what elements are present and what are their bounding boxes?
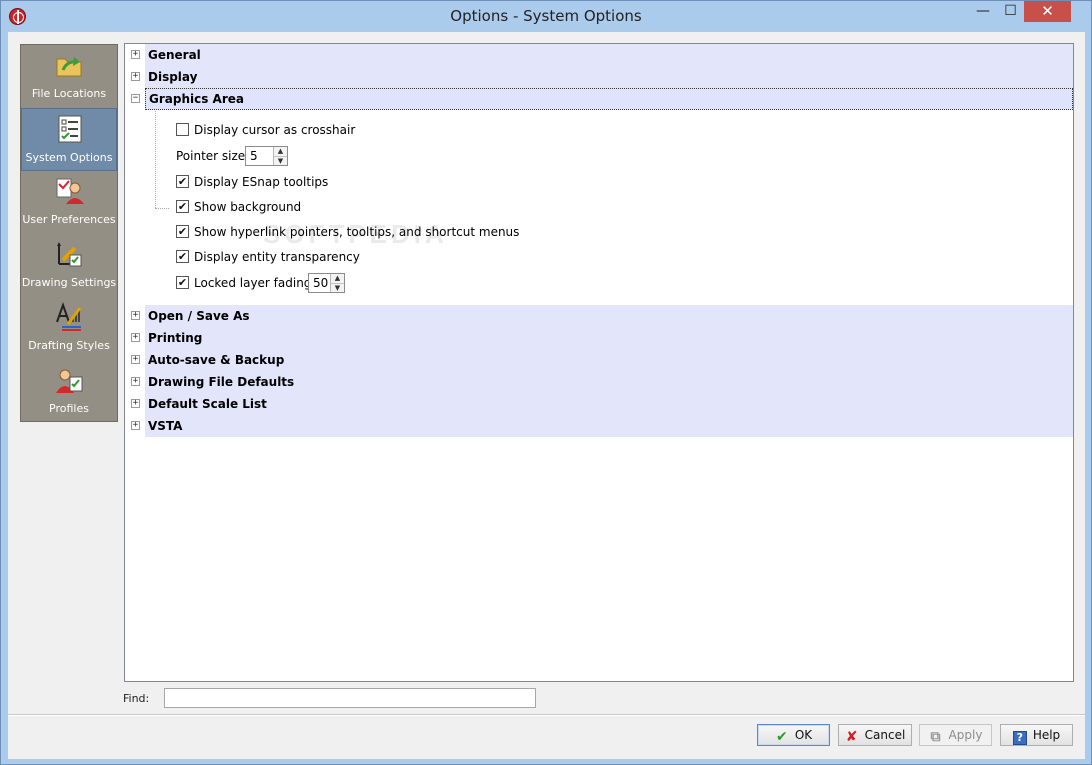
section-label[interactable]: General (145, 44, 1073, 66)
pointer-size-option: Pointer size: (176, 147, 249, 165)
checklist-icon (58, 115, 82, 143)
expand-icon[interactable]: + (131, 50, 140, 59)
sidebar-item-user-preferences[interactable]: User Preferences (21, 171, 117, 234)
expand-icon[interactable]: + (131, 399, 140, 408)
sidebar-item-label: Profiles (49, 402, 89, 415)
cancel-button[interactable]: ✘ Cancel (838, 724, 912, 746)
option-label: Display ESnap tooltips (194, 175, 329, 189)
find-input[interactable] (164, 688, 536, 708)
section-label[interactable]: VSTA (145, 415, 1073, 437)
ok-button[interactable]: ✔ OK (757, 724, 830, 746)
tree-section-open-save[interactable]: + Open / Save As (125, 305, 1073, 327)
check-icon: ✔ (775, 729, 788, 745)
section-label[interactable]: Open / Save As (145, 305, 1073, 327)
spin-down-icon[interactable]: ▼ (331, 283, 344, 292)
esnap-tooltips-checkbox[interactable]: ✔ (176, 175, 189, 188)
find-label: Find: (123, 692, 150, 705)
layer-fading-stepper[interactable]: 50 ▲ ▼ (308, 273, 345, 293)
expand-icon[interactable]: + (131, 333, 140, 342)
pointer-size-stepper[interactable]: 5 ▲ ▼ (245, 146, 288, 166)
tree-section-printing[interactable]: + Printing (125, 327, 1073, 349)
collapse-icon[interactable]: − (131, 94, 140, 103)
sidebar-item-file-locations[interactable]: File Locations (21, 45, 117, 108)
apply-button[interactable]: ⧉ Apply (919, 724, 992, 746)
minimize-button[interactable]: — (969, 1, 997, 22)
option-label: Pointer size: (176, 149, 250, 163)
tree-connector (155, 208, 169, 209)
stepper-buttons[interactable]: ▲ ▼ (330, 274, 344, 292)
layer-fading-checkbox[interactable]: ✔ (176, 276, 189, 289)
apply-icon: ⧉ (930, 729, 941, 745)
sidebar-item-label: System Options (25, 151, 113, 164)
sidebar-item-drafting-styles[interactable]: Drafting Styles (21, 297, 117, 360)
option-label: Locked layer fading (194, 276, 312, 290)
tree-section-display[interactable]: + Display (125, 66, 1073, 88)
section-label[interactable]: Auto-save & Backup (145, 349, 1073, 371)
drawing-settings-icon (57, 242, 82, 267)
option-label: Display cursor as crosshair (194, 123, 356, 137)
entity-transparency-checkbox[interactable]: ✔ (176, 250, 189, 263)
expand-icon[interactable]: + (131, 355, 140, 364)
options-category-sidebar: File Locations System Options User Prefe… (20, 44, 118, 422)
spin-up-icon[interactable]: ▲ (274, 147, 287, 156)
stepper-value[interactable]: 5 (250, 149, 258, 163)
drafting-styles-icon (56, 302, 82, 331)
expand-icon[interactable]: + (131, 377, 140, 386)
help-button[interactable]: ? Help (1000, 724, 1073, 746)
help-label: Help (1032, 728, 1061, 742)
expand-icon[interactable]: + (131, 311, 140, 320)
show-background-checkbox[interactable]: ✔ (176, 200, 189, 213)
options-tree: SOFTPEDIA + General + Display − Graphics… (124, 43, 1074, 682)
expand-icon[interactable]: + (131, 72, 140, 81)
stepper-buttons[interactable]: ▲ ▼ (273, 147, 287, 165)
maximize-button[interactable]: ☐ (997, 1, 1024, 22)
tree-section-autosave[interactable]: + Auto-save & Backup (125, 349, 1073, 371)
profiles-icon (56, 369, 83, 393)
sidebar-item-system-options[interactable]: System Options (21, 108, 117, 171)
spin-down-icon[interactable]: ▼ (274, 156, 287, 165)
option-label: Show background (194, 200, 302, 214)
sidebar-item-label: User Preferences (22, 213, 116, 226)
tree-section-vsta[interactable]: + VSTA (125, 415, 1073, 437)
cancel-x-icon: ✘ (845, 729, 858, 745)
sidebar-item-label: File Locations (31, 87, 107, 100)
stepper-value[interactable]: 50 (313, 276, 328, 290)
section-label[interactable]: Graphics Area (145, 88, 1073, 110)
section-label[interactable]: Drawing File Defaults (145, 371, 1073, 393)
tree-section-general[interactable]: + General (125, 44, 1073, 66)
cancel-label: Cancel (864, 728, 906, 742)
apply-label: Apply (948, 728, 983, 742)
folder-arrow-icon (56, 57, 82, 77)
tree-section-scale-list[interactable]: + Default Scale List (125, 393, 1073, 415)
tree-section-drawing-defaults[interactable]: + Drawing File Defaults (125, 371, 1073, 393)
sidebar-item-drawing-settings[interactable]: Drawing Settings (21, 234, 117, 297)
option-label: Show hyperlink pointers, tooltips, and s… (194, 225, 520, 239)
section-label[interactable]: Default Scale List (145, 393, 1073, 415)
spin-up-icon[interactable]: ▲ (331, 274, 344, 283)
sidebar-item-profiles[interactable]: Profiles (21, 360, 117, 423)
option-label: Display entity transparency (194, 250, 360, 264)
window-title: Options - System Options (450, 7, 642, 25)
close-button[interactable]: ✕ (1024, 1, 1071, 22)
tree-section-graphics-area[interactable]: − Graphics Area (125, 88, 1073, 110)
tree-connector (155, 111, 156, 208)
title-bar[interactable]: Options - System Options — ☐ ✕ (1, 1, 1091, 32)
sidebar-item-label: Drafting Styles (28, 339, 110, 352)
divider (8, 714, 1085, 716)
sidebar-item-label: Drawing Settings (21, 276, 117, 289)
user-preferences-icon (56, 178, 84, 204)
options-window: Options - System Options — ☐ ✕ File Loca… (0, 0, 1092, 765)
ok-label: OK (794, 728, 813, 742)
help-question-icon: ? (1012, 731, 1027, 745)
section-label[interactable]: Printing (145, 327, 1073, 349)
expand-icon[interactable]: + (131, 421, 140, 430)
dialog-body: File Locations System Options User Prefe… (8, 32, 1085, 759)
section-label[interactable]: Display (145, 66, 1073, 88)
crosshair-checkbox[interactable] (176, 123, 189, 136)
hyperlink-checkbox[interactable]: ✔ (176, 225, 189, 238)
